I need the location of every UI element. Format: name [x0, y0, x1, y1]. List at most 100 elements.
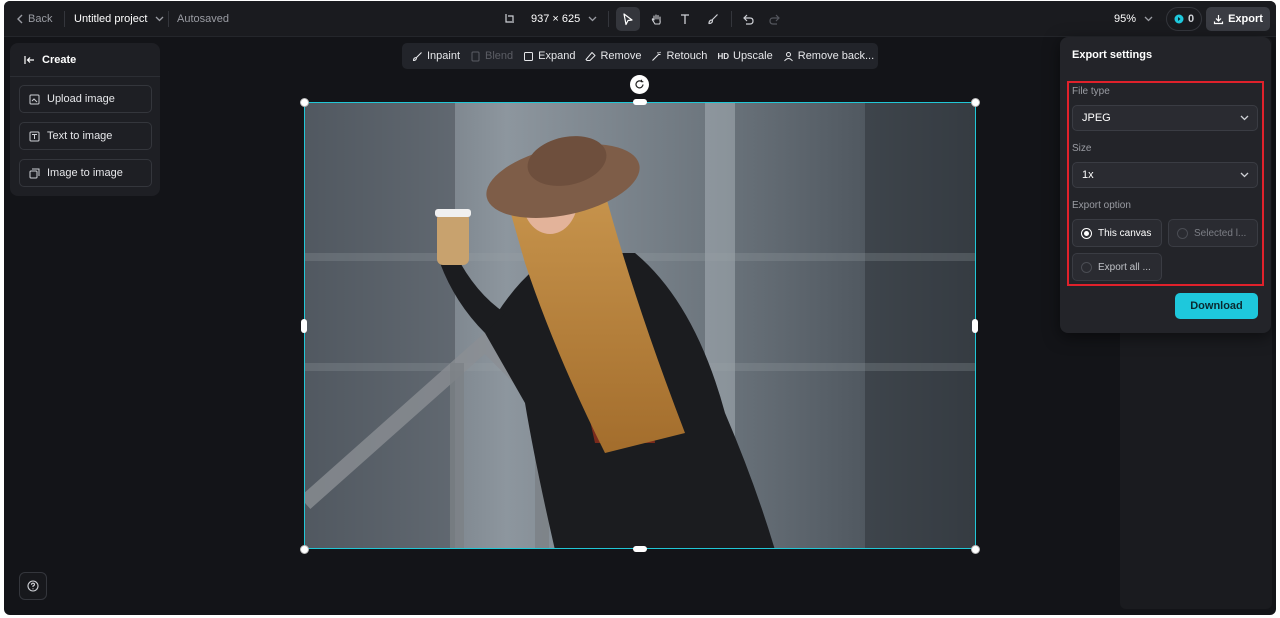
person-cutout-icon — [783, 51, 793, 61]
save-status: Autosaved — [177, 13, 229, 25]
credits-badge[interactable]: 0 — [1166, 7, 1202, 31]
credit-icon — [1174, 14, 1184, 24]
rotate-icon — [635, 79, 644, 89]
size-label: Size — [1072, 143, 1092, 154]
cursor-icon — [623, 12, 633, 25]
export-label: Export — [1228, 13, 1263, 25]
download-button[interactable]: Download — [1175, 293, 1258, 319]
export-all-option[interactable]: Export all ... — [1072, 253, 1162, 281]
zoom-dropdown[interactable]: 95% — [1114, 1, 1153, 37]
create-panel-header[interactable]: Create — [10, 43, 160, 77]
woman-with-coffee-photo — [305, 103, 975, 548]
upload-image-icon — [29, 94, 40, 104]
expand-icon — [524, 51, 534, 61]
remove-label: Remove — [600, 50, 642, 62]
text-icon — [681, 14, 689, 24]
image-to-image-label: Image to image — [47, 167, 123, 179]
create-title: Create — [42, 53, 77, 66]
download-icon — [1213, 14, 1224, 24]
text-to-image-button[interactable]: Text to image — [19, 122, 152, 150]
resize-handle-top[interactable] — [633, 99, 647, 105]
resize-handle-left[interactable] — [301, 319, 307, 333]
image-to-image-button[interactable]: Image to image — [19, 159, 152, 187]
text-to-image-icon — [29, 131, 40, 141]
selected-layers-option[interactable]: Selected l... — [1168, 219, 1258, 247]
text-tool-button[interactable] — [673, 7, 697, 31]
retouch-button[interactable]: Retouch — [646, 43, 712, 69]
blend-icon — [471, 51, 480, 61]
blend-label: Blend — [485, 50, 514, 62]
hd-badge: HD — [717, 51, 729, 61]
credits-count: 0 — [1187, 13, 1195, 25]
chevron-down-icon — [1240, 172, 1249, 178]
project-name: Untitled project — [74, 13, 148, 25]
divider — [168, 11, 169, 27]
eraser-icon — [585, 51, 596, 61]
brush-tool-button[interactable] — [701, 7, 725, 31]
divider — [64, 11, 65, 27]
help-button[interactable] — [19, 572, 47, 600]
collapse-icon — [24, 55, 34, 64]
chevron-down-icon — [588, 16, 597, 22]
image-to-image-icon — [29, 168, 40, 178]
hand-tool-button[interactable] — [644, 7, 668, 31]
export-all-label: Export all ... — [1098, 261, 1151, 273]
resize-handle-bottom[interactable] — [633, 546, 647, 552]
top-bar: Back Untitled project Autosaved 937 × 62… — [4, 1, 1276, 37]
this-canvas-label: This canvas — [1098, 227, 1152, 239]
divider — [608, 11, 609, 27]
redo-icon — [769, 14, 780, 25]
redo-button[interactable] — [763, 7, 787, 31]
create-panel: Create Upload image Text to image Image … — [10, 43, 160, 196]
radio-icon — [1081, 261, 1092, 273]
back-button[interactable]: Back — [16, 1, 52, 37]
resize-handle-bottom-right[interactable] — [971, 545, 980, 554]
upload-image-button[interactable]: Upload image — [19, 85, 152, 113]
retouch-icon — [652, 51, 662, 61]
back-label: Back — [28, 13, 53, 25]
app-window: Back Untitled project Autosaved 937 × 62… — [4, 1, 1276, 615]
zoom-level: 95% — [1114, 13, 1137, 25]
remove-button[interactable]: Remove — [580, 43, 646, 69]
remove-background-button[interactable]: Remove back... — [778, 43, 879, 69]
resize-handle-top-left[interactable] — [300, 98, 309, 107]
undo-button[interactable] — [736, 7, 760, 31]
selected-layers-label: Selected l... — [1194, 227, 1247, 239]
retouch-label: Retouch — [666, 50, 708, 62]
resize-handle-bottom-left[interactable] — [300, 545, 309, 554]
export-settings-panel: Export settings File type JPEG Size 1x E… — [1060, 37, 1271, 333]
undo-icon — [743, 14, 754, 25]
resize-handle-top-right[interactable] — [971, 98, 980, 107]
brush-icon — [708, 14, 718, 25]
size-select[interactable]: 1x — [1072, 162, 1258, 188]
chevron-down-icon — [1144, 16, 1153, 22]
file-type-label: File type — [1072, 86, 1110, 97]
canvas-image[interactable] — [304, 102, 976, 549]
resize-handle-right[interactable] — [972, 319, 978, 333]
upload-image-label: Upload image — [47, 93, 115, 105]
this-canvas-option[interactable]: This canvas — [1072, 219, 1162, 247]
text-to-image-label: Text to image — [47, 130, 113, 142]
export-option-label: Export option — [1072, 200, 1131, 211]
rotate-handle[interactable] — [630, 75, 649, 94]
canvas-size-dropdown[interactable]: 937 × 625 — [531, 1, 597, 37]
select-tool-button[interactable] — [616, 7, 640, 31]
file-type-select[interactable]: JPEG — [1072, 105, 1258, 131]
export-button[interactable]: Export — [1206, 7, 1270, 31]
project-name-dropdown[interactable]: Untitled project — [74, 1, 164, 37]
expand-button[interactable]: Expand — [518, 43, 580, 69]
inpaint-button[interactable]: Inpaint — [407, 43, 465, 69]
divider — [731, 11, 732, 27]
expand-label: Expand — [538, 50, 576, 62]
chevron-down-icon — [1240, 115, 1249, 121]
resize-icon[interactable] — [504, 1, 516, 37]
upscale-button[interactable]: HD Upscale — [712, 43, 777, 69]
export-settings-title: Export settings — [1072, 49, 1153, 61]
blend-button[interactable]: Blend — [465, 43, 518, 69]
radio-icon — [1177, 227, 1188, 239]
upscale-label: Upscale — [733, 50, 773, 62]
chevron-left-icon — [17, 14, 23, 24]
hand-icon — [651, 13, 661, 25]
chevron-down-icon — [155, 16, 164, 22]
file-type-value: JPEG — [1082, 112, 1111, 124]
